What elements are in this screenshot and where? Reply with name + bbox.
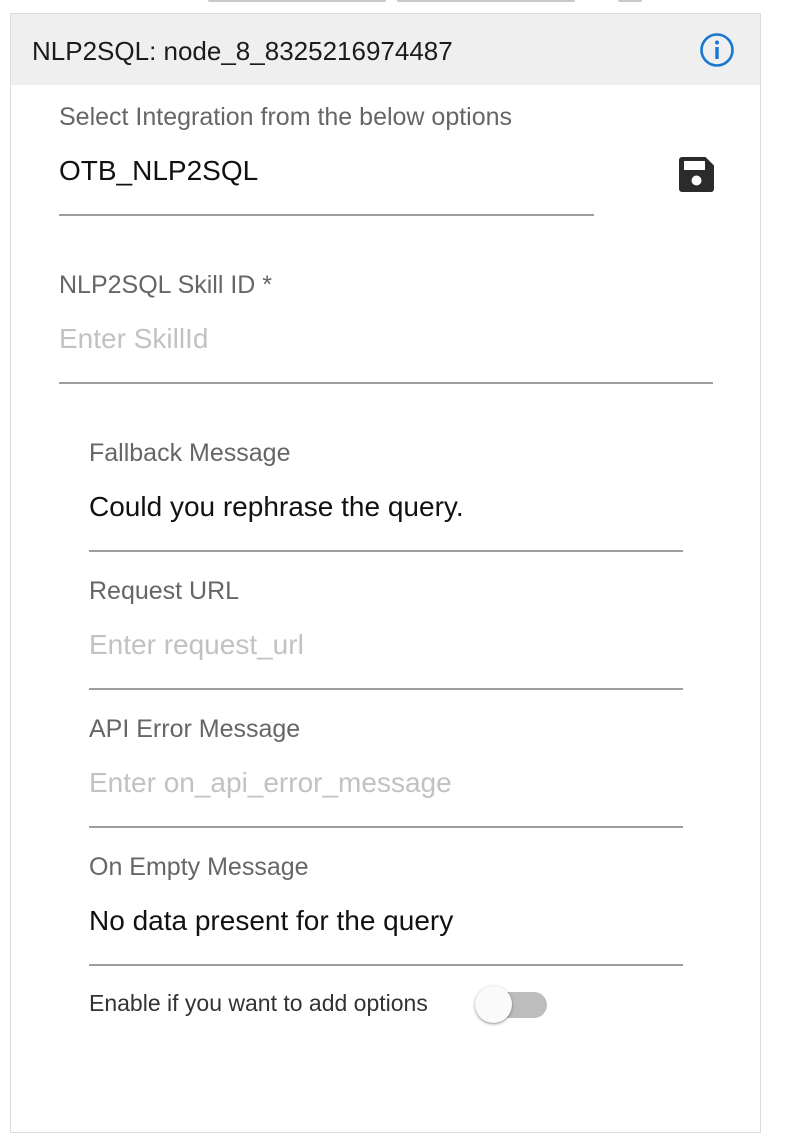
request-url-input[interactable] — [89, 626, 679, 664]
integration-underline — [59, 214, 594, 216]
panel-title: NLP2SQL: node_8_8325216974487 — [32, 36, 453, 66]
api-error-message-underline — [89, 826, 683, 828]
on-empty-message-underline — [89, 964, 683, 966]
skill-id-underline — [59, 382, 713, 384]
integration-label: Select Integration from the below option… — [59, 103, 513, 131]
node-config-panel: NLP2SQL: node_8_8325216974487 Select Int… — [10, 13, 761, 1133]
options-toggle-label: Enable if you want to add options — [89, 990, 428, 1016]
on-empty-message-label: On Empty Message — [89, 853, 309, 881]
request-url-label: Request URL — [89, 577, 240, 605]
fallback-message-underline — [89, 550, 683, 552]
on-empty-message-input[interactable] — [89, 902, 679, 940]
save-icon[interactable] — [678, 156, 715, 193]
fallback-message-input[interactable] — [89, 488, 679, 526]
panel-header: NLP2SQL: node_8_8325216974487 — [11, 14, 760, 85]
api-error-message-label: API Error Message — [89, 715, 301, 743]
background-tab-edge — [208, 0, 386, 2]
skill-id-label: NLP2SQL Skill ID * — [59, 271, 273, 299]
toggle-thumb[interactable] — [475, 986, 512, 1023]
background-tab-edge — [397, 0, 575, 2]
request-url-underline — [89, 688, 683, 690]
integration-select[interactable]: OTB_NLP2SQL — [59, 153, 258, 189]
fallback-message-label: Fallback Message — [89, 439, 291, 467]
background-icon-edge — [618, 0, 642, 2]
options-toggle[interactable] — [474, 984, 550, 1024]
info-icon[interactable] — [699, 32, 735, 68]
skill-id-input[interactable] — [59, 320, 709, 358]
api-error-message-input[interactable] — [89, 764, 679, 802]
